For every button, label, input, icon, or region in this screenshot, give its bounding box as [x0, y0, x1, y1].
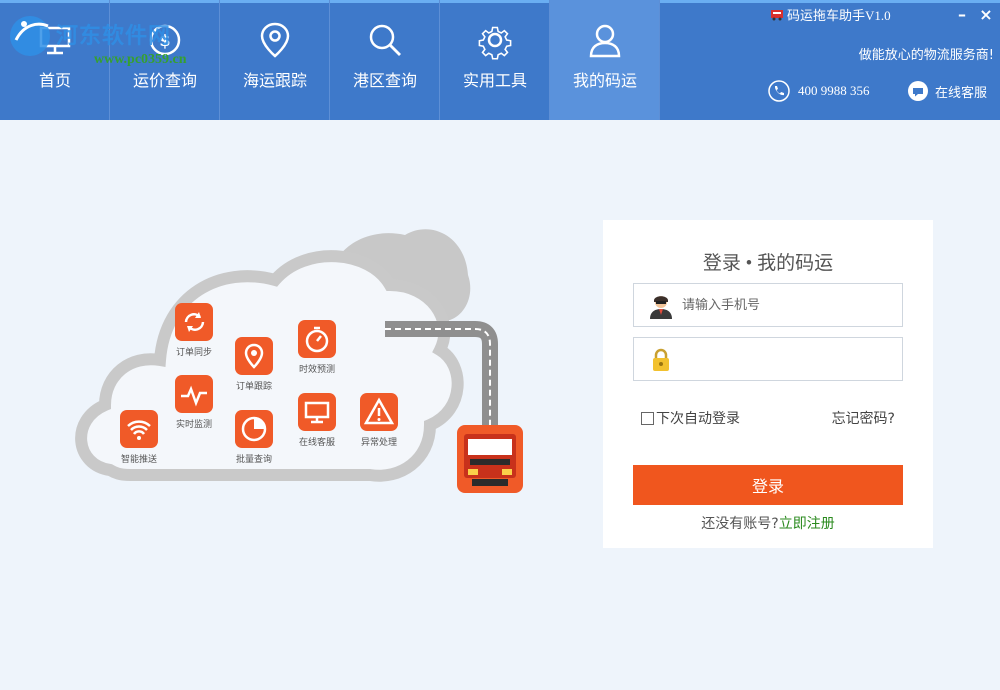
- chat-bubble-icon: [908, 81, 928, 101]
- phone-field[interactable]: [633, 283, 903, 327]
- login-title: 登录 • 我的码运: [702, 253, 834, 274]
- feature-label-push: 智能推送: [120, 455, 158, 465]
- feature-illustration: 订单同步 订单跟踪 时效预测 实时监测 智能推送 批量查询 在线客服 异常处理: [70, 225, 540, 515]
- lock-icon: [653, 348, 669, 371]
- password-field[interactable]: [633, 337, 903, 381]
- feature-wifi-icon: [120, 410, 158, 448]
- app-title: 码运拖车助手V1.0: [770, 5, 891, 24]
- user-icon: [589, 24, 621, 58]
- feature-timer-icon: [298, 320, 336, 358]
- forgot-password-link[interactable]: 忘记密码?: [832, 408, 895, 428]
- app-title-text: 码运拖车助手V1.0: [787, 8, 891, 23]
- login-button[interactable]: 登录: [633, 465, 903, 505]
- nav-my-account-label: 我的码运: [572, 71, 637, 90]
- nav-port-query[interactable]: 港区查询: [330, 0, 440, 120]
- watermark-text: 河东软件网: [56, 24, 172, 49]
- feature-label-tracking: 订单跟踪: [235, 382, 273, 392]
- nav-shipping-tracking[interactable]: 海运跟踪: [220, 0, 330, 120]
- online-service-label: 在线客服: [935, 85, 988, 101]
- feature-warning-icon: [360, 393, 398, 431]
- watermark: 河东软件网 www.pc0359.cn: [6, 8, 206, 68]
- feature-label-online-service: 在线客服: [298, 438, 336, 448]
- hotline-number: 400 9988 356: [798, 83, 870, 98]
- feature-label-monitoring: 实时监测: [175, 420, 213, 430]
- register-row: 还没有账号?立即注册: [603, 513, 933, 533]
- nav-freight-query-label: 运价查询: [132, 71, 197, 90]
- feature-label-batch-query: 批量查询: [235, 455, 273, 465]
- watermark-url: www.pc0359.cn: [94, 52, 187, 67]
- online-service-link[interactable]: 在线客服: [907, 80, 987, 102]
- watermark-logo-icon: [10, 16, 50, 56]
- feature-label-exception: 异常处理: [360, 438, 398, 448]
- no-account-text: 还没有账号?: [701, 516, 779, 532]
- minimize-button[interactable]: –: [952, 5, 972, 25]
- register-link[interactable]: 立即注册: [779, 516, 835, 532]
- feature-pie-icon: [235, 410, 273, 448]
- truck-icon: [771, 9, 783, 20]
- phone-input[interactable]: [682, 292, 892, 318]
- feature-label-sync: 订单同步: [175, 348, 213, 358]
- nav-port-query-label: 港区查询: [352, 71, 417, 90]
- close-button[interactable]: ×: [976, 5, 996, 25]
- location-pin-icon: [260, 22, 290, 58]
- login-panel: 登录 • 我的码运 下次自动登录 忘记密码? 登录 还没有账号?立即注册: [603, 220, 933, 548]
- gear-icon: [478, 26, 512, 60]
- feature-sync-icon: [175, 303, 213, 341]
- phone-icon: [768, 80, 790, 102]
- tagline: 做能放心的物流服务商!: [858, 48, 994, 63]
- user-avatar-icon: [650, 296, 672, 319]
- nav-shipping-tracking-label: 海运跟踪: [242, 71, 307, 90]
- nav-tools-label: 实用工具: [462, 71, 527, 90]
- feature-pulse-icon: [175, 375, 213, 413]
- auto-login-label: 下次自动登录: [656, 411, 740, 427]
- truck-illustration: [457, 425, 523, 493]
- nav-tools[interactable]: 实用工具: [440, 0, 550, 120]
- nav-my-account[interactable]: 我的码运: [550, 0, 660, 120]
- feature-monitor-icon: [298, 393, 336, 431]
- feature-location-icon: [235, 337, 273, 375]
- hotline: 400 9988 356: [768, 80, 870, 102]
- password-input[interactable]: [682, 346, 892, 372]
- search-icon: [369, 24, 401, 56]
- feature-label-timing: 时效预测: [298, 365, 336, 375]
- checkbox-box[interactable]: [641, 411, 654, 425]
- nav-home-label: 首页: [38, 71, 71, 90]
- auto-login-checkbox[interactable]: 下次自动登录: [641, 408, 740, 428]
